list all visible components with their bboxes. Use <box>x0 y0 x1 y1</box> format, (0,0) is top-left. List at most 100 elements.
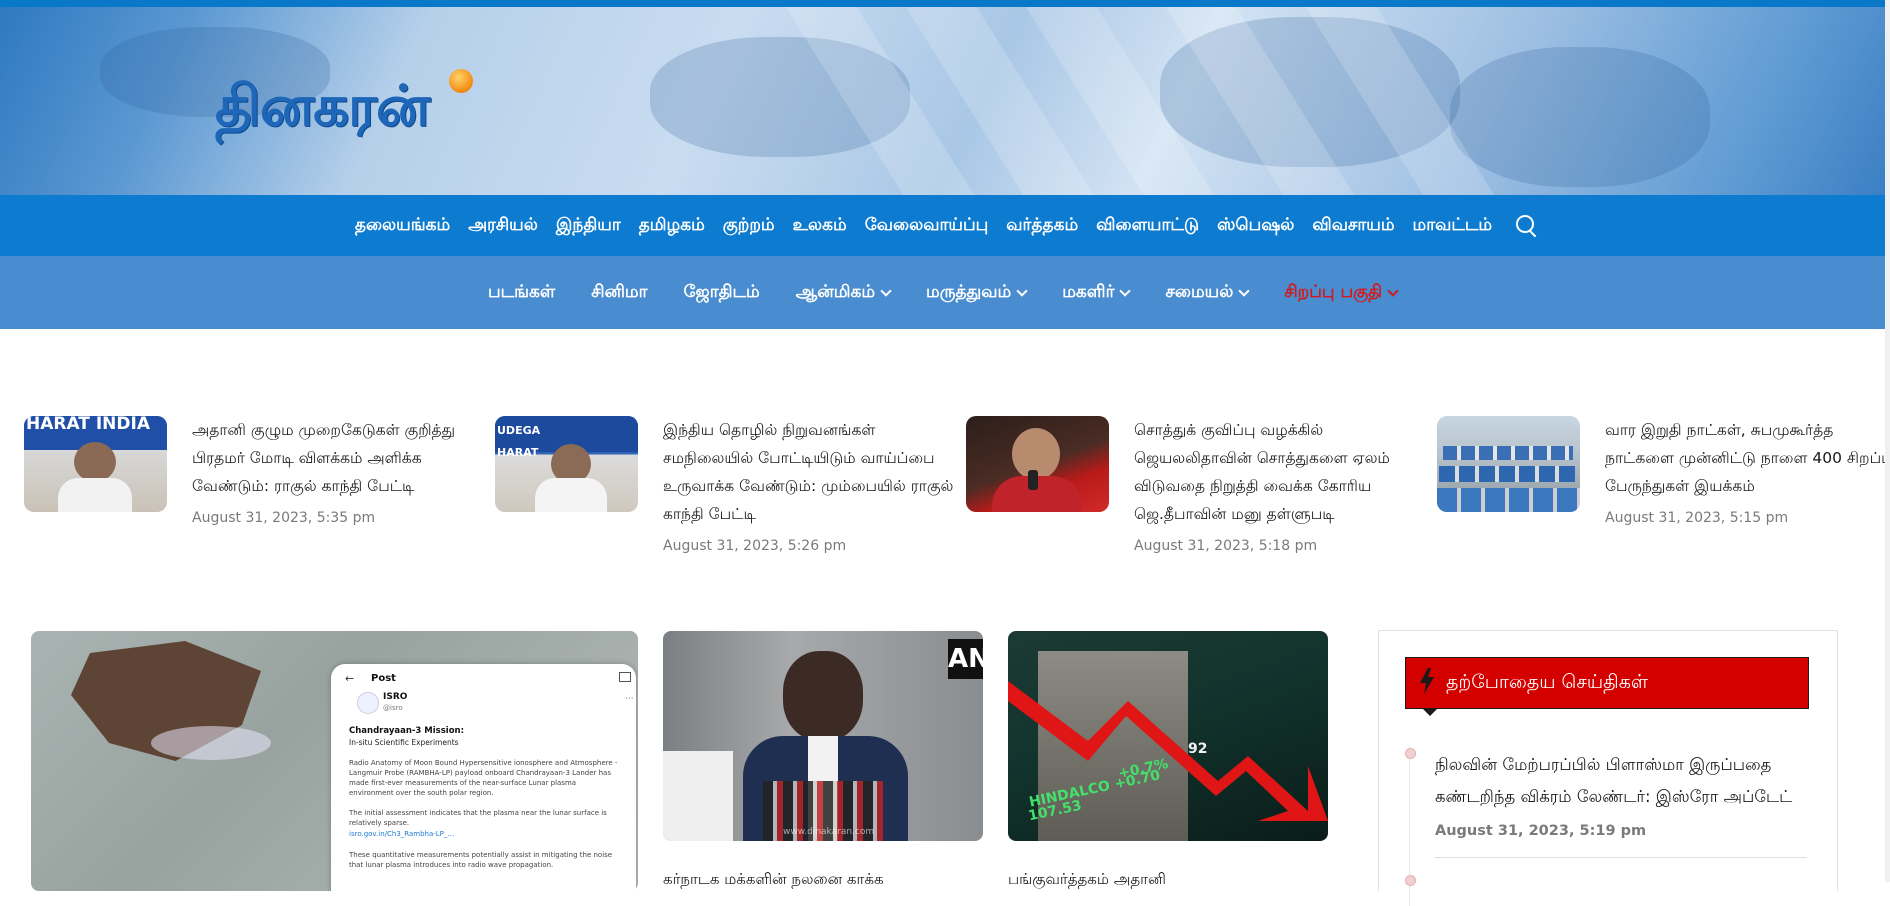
account-handle: @isro <box>383 704 403 712</box>
article-caption[interactable]: கர்நாடக மக்களின் நலனை காக்க <box>663 870 884 890</box>
nav-label: சிறப்பு பகுதி <box>1284 281 1383 302</box>
sidebar-news-date: August 31, 2023, 5:19 pm <box>1435 823 1647 839</box>
back-arrow-icon: ← <box>345 672 355 685</box>
article-image-market[interactable]: HINDALCO +0.70 107.53 +0.7% 92 <box>1008 631 1328 841</box>
post-link[interactable]: isro.gov.in/Ch3_Rambha-LP_... <box>349 830 454 838</box>
ticker-thumbnail: UDEGA HARAT <box>495 416 638 512</box>
post-body: These quantitative measurements potentia… <box>349 851 613 869</box>
ticker-date: August 31, 2023, 5:18 pm <box>1134 538 1318 554</box>
nav-item-cinema[interactable]: சினிமா <box>591 282 647 304</box>
nav-item-medical[interactable]: மருத்துவம் <box>926 281 1028 304</box>
person-shirt <box>58 478 132 512</box>
sidebar-news-title[interactable]: நிலவின் மேற்பரப்பில் பிளாஸ்மா இருப்பதை க… <box>1435 749 1815 813</box>
nav-item-world[interactable]: உலகம் <box>793 215 847 237</box>
ticker-title[interactable]: அதானி குழும முறைகேடுகள் குறித்து பிரதமர்… <box>192 416 492 500</box>
article-caption[interactable]: பங்குவர்த்தகம் அதானி <box>1008 870 1166 890</box>
bus-row <box>1439 466 1575 482</box>
post-body: The initial assessment indicates that th… <box>349 809 607 827</box>
ticker-date: August 31, 2023, 5:26 pm <box>663 538 847 554</box>
stock-ticker: 92 <box>1188 741 1208 757</box>
nav-item-crime[interactable]: குற்றம் <box>723 215 775 237</box>
chevron-down-icon <box>1387 284 1399 297</box>
chevron-down-icon <box>1238 284 1251 297</box>
ticker-date: August 31, 2023, 5:35 pm <box>192 510 376 526</box>
sun-icon <box>449 69 473 93</box>
heading-label: தற்போதைய செய்திகள் <box>1446 671 1649 693</box>
agency-logo: AN <box>948 639 983 679</box>
nav-item-special-section[interactable]: சிறப்பு பகுதி <box>1284 281 1399 304</box>
logo-text: தினகரன் <box>215 73 430 139</box>
ticker-thumbnail <box>1437 416 1580 512</box>
ticker-item[interactable]: சொத்துக் குவிப்பு வழக்கில் ஜெயலலிதாவின் … <box>966 416 1426 566</box>
ticker-title[interactable]: இந்திய தொழில் நிறுவனங்கள் சமநிலையில் போட… <box>663 416 963 528</box>
lander-reflection <box>151 726 271 760</box>
nav-item-agriculture[interactable]: விவசாயம் <box>1312 215 1394 237</box>
ticker-date: August 31, 2023, 5:15 pm <box>1605 510 1789 526</box>
heading-pointer <box>1422 708 1438 716</box>
nav-item-district[interactable]: மாவட்டம் <box>1413 215 1493 237</box>
secondary-nav: படங்கள் சினிமா ஜோதிடம் ஆன்மிகம் மருத்துவ… <box>0 256 1885 329</box>
nav-item-editorial[interactable]: தலையங்கம் <box>355 215 450 237</box>
reader-icon <box>619 672 631 682</box>
bus-row <box>1437 488 1580 512</box>
latest-news-sidebar: தற்போதைய செய்திகள் நிலவின் மேற்பரப்பில் … <box>1378 630 1838 906</box>
ticker-title[interactable]: வார இறுதி நாட்கள், சுபமுகூர்த்த நாட்களை … <box>1605 416 1890 500</box>
ticker-thumbnail <box>966 416 1109 512</box>
post-header: Post <box>371 673 396 684</box>
nav-item-special[interactable]: ஸ்பெஷல் <box>1217 215 1294 237</box>
nav-item-jobs[interactable]: வேலைவாய்ப்பு <box>865 215 989 237</box>
ticker-item[interactable]: UDEGA HARAT இந்திய தொழில் நிறுவனங்கள் சம… <box>495 416 955 566</box>
bus-row <box>1443 446 1573 460</box>
speaker-head <box>783 651 863 741</box>
site-banner: தினகரன் <box>0 7 1885 195</box>
account-name: ISRO <box>383 692 408 702</box>
bystander <box>663 751 733 841</box>
nav-label: ஆன்மிகம் <box>795 281 876 302</box>
isro-post-card: ← Post ISRO @isro ··· Chandrayaan-3 Miss… <box>331 664 636 891</box>
timeline-dot <box>1405 875 1416 886</box>
ticker-thumbnail: HARAT INDIA <box>24 416 167 512</box>
chevron-down-icon <box>1016 284 1028 297</box>
nav-item-india[interactable]: இந்தியா <box>556 215 621 237</box>
person-head <box>74 442 116 482</box>
timeline-dot <box>1405 748 1416 759</box>
nav-item-astrology[interactable]: ஜோதிடம் <box>683 282 759 304</box>
bolt-icon <box>1420 668 1434 694</box>
site-logo[interactable]: தினகரன் <box>213 63 503 153</box>
nav-item-business[interactable]: வர்த்தகம் <box>1006 215 1078 237</box>
article-image-press[interactable]: AN www.dinakaran.com <box>663 631 983 841</box>
search-icon-handle <box>1529 229 1537 237</box>
nav-label: சமையல் <box>1165 281 1234 302</box>
nav-item-tamilnadu[interactable]: தமிழகம் <box>639 215 705 237</box>
nav-item-spiritual[interactable]: ஆன்மிகம் <box>795 281 892 304</box>
chevron-down-icon <box>880 284 892 297</box>
latest-news-heading: தற்போதைய செய்திகள் <box>1405 657 1809 716</box>
thumbnail-text: UDEGA HARAT <box>497 424 541 459</box>
post-body: Radio Anatomy of Moon Bound Hypersensiti… <box>349 759 618 797</box>
nav-label: படங்கள் <box>487 281 556 302</box>
primary-nav: தலையங்கம் அரசியல் இந்தியா தமிழகம் குற்றம… <box>0 195 1885 256</box>
nav-label: சினிமா <box>591 281 648 302</box>
microphone-icon <box>1028 470 1038 490</box>
nav-item-cooking[interactable]: சமையல் <box>1165 281 1251 304</box>
ticker-item[interactable]: HARAT INDIA அதானி குழும முறைகேடுகள் குறி… <box>24 416 484 566</box>
ticker-item[interactable]: வார இறுதி நாட்கள், சுபமுகூர்த்த நாட்களை … <box>1437 416 1890 566</box>
nav-label: ஜோதிடம் <box>683 281 760 302</box>
watermark: www.dinakaran.com <box>783 827 875 837</box>
search-icon[interactable] <box>1515 214 1539 238</box>
map-decoration <box>1450 47 1710 187</box>
ticker-title[interactable]: சொத்துக் குவிப்பு வழக்கில் ஜெயலலிதாவின் … <box>1134 416 1434 528</box>
nav-item-photos[interactable]: படங்கள் <box>488 282 555 304</box>
feature-article-image[interactable]: ← Post ISRO @isro ··· Chandrayaan-3 Miss… <box>31 631 638 891</box>
scrollbar-track[interactable] <box>1885 0 1890 882</box>
nav-label: மருத்துவம் <box>926 281 1012 302</box>
chevron-down-icon <box>1119 284 1132 297</box>
nav-item-politics[interactable]: அரசியல் <box>468 215 538 237</box>
nav-label: மகளிர் <box>1062 281 1115 302</box>
nav-item-women[interactable]: மகளிர் <box>1062 281 1132 304</box>
divider <box>1435 857 1807 858</box>
post-subheading: In-situ Scientific Experiments <box>349 738 459 747</box>
more-icon: ··· <box>625 694 634 704</box>
search-icon-ring <box>1516 214 1535 233</box>
nav-item-sports[interactable]: விளையாட்டு <box>1096 215 1199 237</box>
